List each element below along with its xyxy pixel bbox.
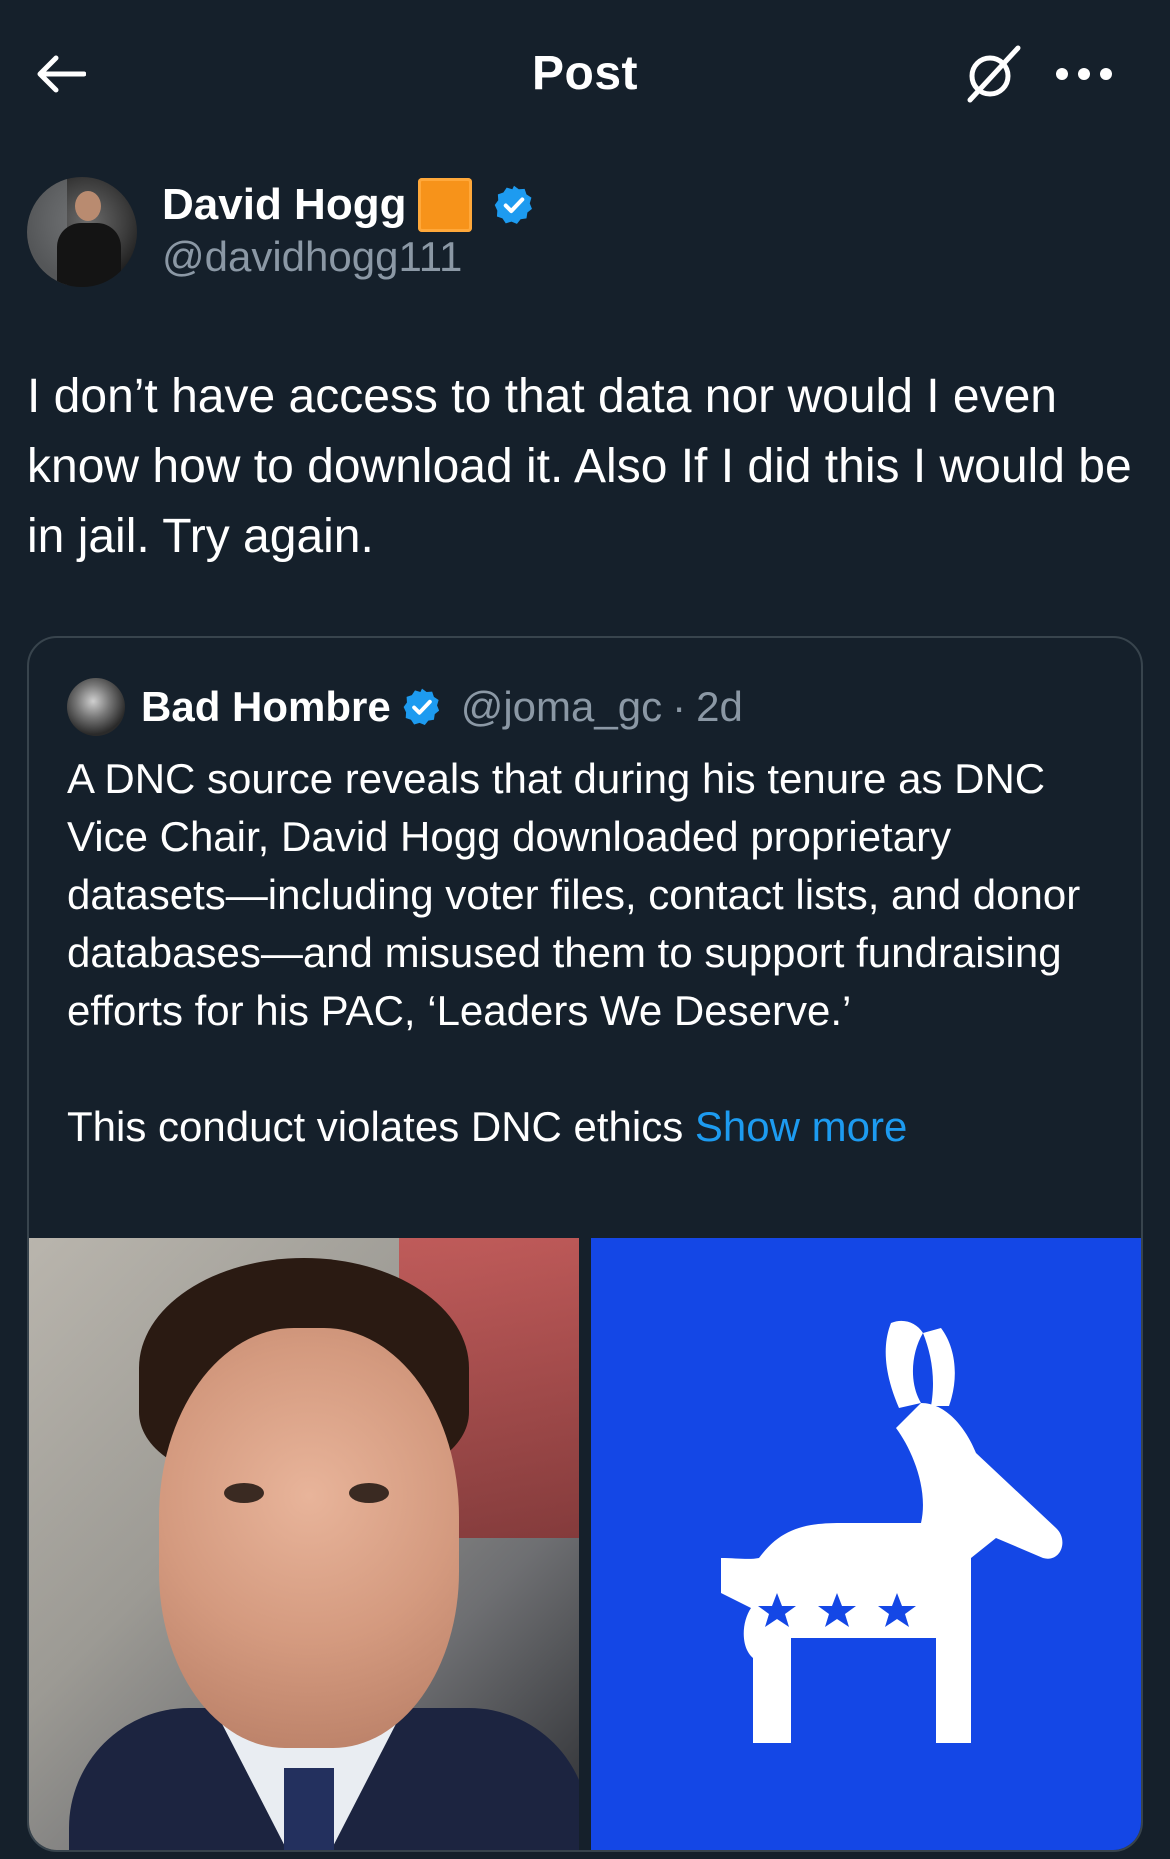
quoted-author-name: Bad Hombre xyxy=(141,683,391,730)
quoted-paragraph-2: This conduct violates DNC ethics Show mo… xyxy=(67,1098,1117,1156)
quoted-post-header: Bad Hombre @joma_gc · 2d xyxy=(67,678,743,736)
quoted-avatar xyxy=(67,678,125,736)
grok-button[interactable] xyxy=(956,38,1028,110)
orange-square-emoji xyxy=(418,178,473,232)
author-name-row: David Hogg xyxy=(162,177,536,233)
photo-david-hogg[interactable] xyxy=(29,1238,579,1850)
quoted-paragraph-1: A DNC source reveals that during his ten… xyxy=(67,755,1081,1034)
more-horizontal-icon xyxy=(1056,68,1112,80)
verified-badge-icon xyxy=(495,185,533,224)
tweet-text: I don’t have access to that data nor wou… xyxy=(27,370,1132,563)
quoted-post[interactable]: Bad Hombre @joma_gc · 2d A DNC source re… xyxy=(27,636,1143,1852)
author-name[interactable]: David Hogg xyxy=(162,180,406,230)
author-handle[interactable]: @davidhogg111 xyxy=(162,233,462,281)
photo-dnc-donkey-logo[interactable] xyxy=(591,1238,1141,1850)
quoted-timestamp: 2d xyxy=(696,683,743,730)
quoted-text: A DNC source reveals that during his ten… xyxy=(67,750,1117,1156)
quoted-media xyxy=(29,1238,1141,1850)
grok-icon xyxy=(967,45,1021,103)
separator-dot: · xyxy=(672,683,687,730)
top-bar: Post xyxy=(0,0,1170,148)
show-more-link[interactable]: Show more xyxy=(695,1103,907,1150)
verified-badge-icon xyxy=(403,688,439,726)
quoted-author-handle: @joma_gc xyxy=(460,683,663,730)
more-button[interactable] xyxy=(1050,46,1118,102)
avatar[interactable] xyxy=(27,177,137,287)
post-author: David Hogg @davidhogg111 xyxy=(27,177,1127,287)
dnc-donkey-icon xyxy=(721,1320,1063,1743)
quoted-paragraph-2-text: This conduct violates DNC ethics xyxy=(67,1103,695,1150)
